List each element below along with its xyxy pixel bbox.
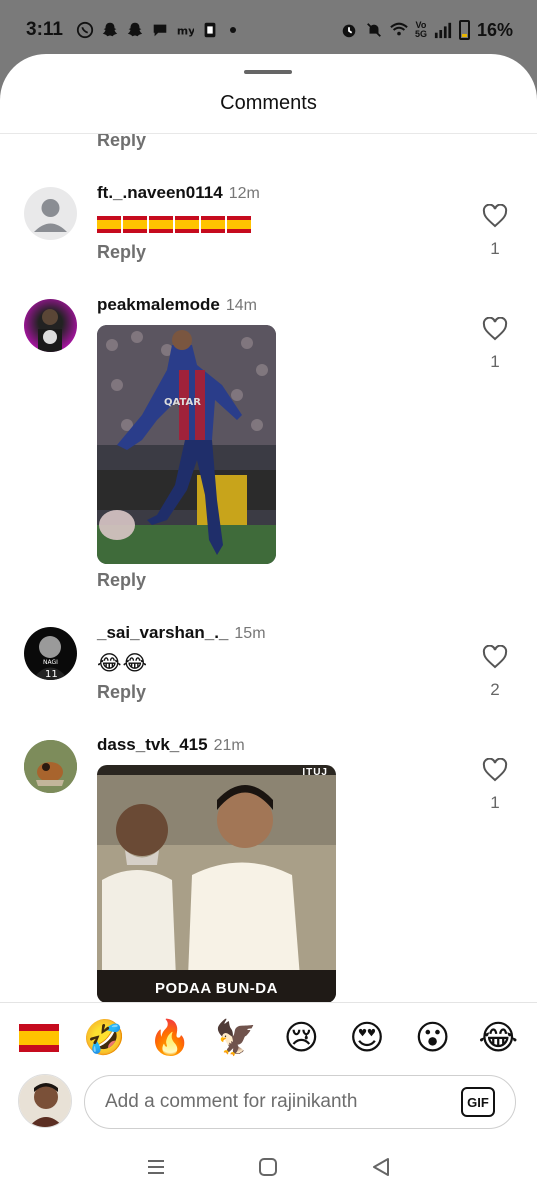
my-avatar[interactable] — [18, 1074, 72, 1128]
reaction-spain-flag[interactable] — [14, 1013, 64, 1063]
comment-header: _sai_varshan_._ 15m — [97, 623, 266, 643]
comment-header: peakmalemode 14m — [97, 295, 257, 315]
battery-percent: 16% — [476, 19, 513, 40]
volte-indicator: Vo 5G — [414, 20, 427, 39]
battery-icon — [458, 20, 470, 40]
football-player-image: QATAR — [97, 325, 276, 564]
status-right: Vo 5G 16% — [340, 20, 513, 41]
gif-button[interactable]: GIF — [461, 1087, 495, 1117]
username[interactable]: peakmalemode — [97, 295, 220, 314]
sim-icon — [201, 21, 219, 39]
gif-watermark: ITUJ — [302, 767, 328, 778]
like-count: 1 — [490, 239, 500, 258]
whatsapp-icon — [76, 21, 94, 39]
like-control: 1 — [480, 316, 510, 372]
svg-text:NAGI: NAGI — [43, 659, 58, 666]
drag-handle[interactable] — [244, 70, 292, 74]
alarm-icon — [340, 21, 358, 39]
two-men-image — [97, 765, 336, 1002]
spain-flag-icon — [123, 215, 147, 233]
gif-caption: PODAA BUN-DA — [155, 980, 278, 997]
reaction-crying[interactable]: 😢 — [276, 1013, 326, 1063]
wifi-icon — [390, 21, 408, 39]
comment-header: ft._.naveen0114 12m — [97, 183, 260, 203]
snapchat-icon — [101, 21, 119, 39]
username[interactable]: ft._.naveen0114 — [97, 183, 223, 202]
status-bar: 3:11 my Vo 5G 16% — [0, 0, 537, 60]
comments-sheet: Comments Reply ft._.naveen0114 12m Reply … — [0, 54, 537, 1200]
home-icon[interactable] — [257, 1156, 279, 1183]
heart-icon[interactable] — [482, 757, 508, 786]
spain-flag-icon — [18, 1023, 59, 1052]
comment-input[interactable]: Add a comment for rajinikanth GIF — [84, 1075, 516, 1129]
mute-bell-icon — [365, 21, 383, 39]
comment-time: 12m — [228, 185, 260, 202]
reply-button[interactable]: Reply — [97, 134, 146, 151]
comment-list[interactable]: Reply ft._.naveen0114 12m Reply 1 peakma… — [0, 134, 537, 1002]
more-notifications-dot — [229, 27, 236, 33]
avatar[interactable] — [24, 299, 77, 352]
comment-gif[interactable]: QATAR — [97, 325, 276, 564]
svg-text:QATAR: QATAR — [164, 397, 201, 408]
svg-text:my: my — [177, 25, 194, 38]
reaction-surprised[interactable]: 😮 — [408, 1013, 458, 1063]
comment-text-flags — [97, 213, 253, 234]
username[interactable]: _sai_varshan_._ — [97, 623, 228, 642]
quick-reactions-bar: 🤣 🔥 🦅 😢 😍 😮 😂 — [0, 1002, 537, 1072]
like-control: 1 — [480, 203, 510, 259]
like-count: 1 — [490, 793, 500, 812]
system-nav-bar — [0, 1144, 537, 1194]
reply-button[interactable]: Reply — [97, 242, 146, 263]
comment-time: 21m — [213, 737, 245, 754]
reply-button[interactable]: Reply — [97, 570, 146, 591]
comment-header: dass_tvk_415 21m — [97, 735, 245, 755]
heart-icon[interactable] — [482, 644, 508, 673]
sheet-title: Comments — [220, 92, 317, 114]
reaction-heart-eyes[interactable]: 😍 — [342, 1013, 392, 1063]
reaction-joy[interactable]: 😂 — [473, 1013, 523, 1063]
like-control: 1 — [480, 757, 510, 813]
like-count: 1 — [490, 352, 500, 371]
back-icon[interactable] — [370, 1156, 392, 1183]
like-control: 2 — [480, 644, 510, 700]
username[interactable]: dass_tvk_415 — [97, 735, 208, 754]
reply-button[interactable]: Reply — [97, 682, 146, 703]
reaction-fire[interactable]: 🔥 — [145, 1013, 195, 1063]
snapchat-icon — [126, 21, 144, 39]
spain-flag-icon — [149, 215, 173, 233]
reaction-rofl[interactable]: 🤣 — [79, 1013, 129, 1063]
status-time: 3:11 — [26, 19, 63, 40]
like-count: 2 — [490, 680, 500, 699]
spain-flag-icon — [227, 215, 251, 233]
avatar[interactable]: NAGI 11 — [24, 627, 77, 680]
comment-text: 😂😂 — [97, 652, 149, 675]
comment-input-placeholder: Add a comment for rajinikanth — [105, 1091, 358, 1112]
heart-icon[interactable] — [482, 203, 508, 232]
recents-icon[interactable] — [145, 1156, 167, 1183]
comment-time: 14m — [225, 297, 257, 314]
avatar[interactable] — [24, 187, 77, 240]
comment-time: 15m — [234, 625, 266, 642]
spain-flag-icon — [175, 215, 199, 233]
spain-flag-icon — [201, 215, 225, 233]
signal-icon — [434, 21, 452, 39]
spain-flag-icon — [97, 215, 121, 233]
reaction-eagle[interactable]: 🦅 — [211, 1013, 261, 1063]
myjio-icon: my — [176, 21, 194, 39]
comment-gif[interactable]: ITUJ PODAA BUN-DA — [97, 765, 336, 1002]
avatar[interactable] — [24, 740, 77, 793]
status-left: 3:11 my — [26, 19, 236, 41]
chat-icon — [151, 21, 169, 39]
heart-icon[interactable] — [482, 316, 508, 345]
svg-text:11: 11 — [45, 669, 58, 680]
